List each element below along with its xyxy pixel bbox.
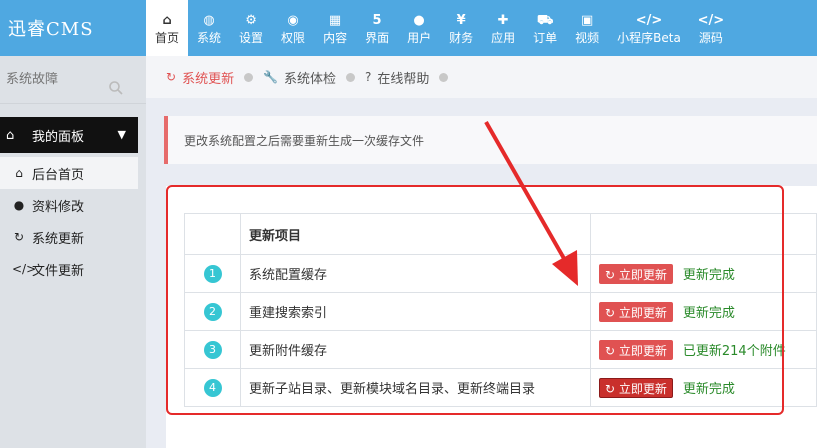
tab-online-help[interactable]: ? 在线帮助 bbox=[365, 68, 429, 87]
puzzle-icon: ✚ bbox=[497, 12, 509, 28]
nav-source[interactable]: </> 源码 bbox=[690, 0, 732, 56]
row-number-badge: 2 bbox=[203, 302, 222, 321]
notice-banner: 更改系统配置之后需要重新生成一次缓存文件 bbox=[164, 116, 817, 164]
code-icon: </> bbox=[12, 262, 37, 276]
nav-permissions[interactable]: ◉ 权限 bbox=[272, 0, 314, 56]
update-now-button[interactable]: ↻ 立即更新 bbox=[599, 339, 673, 360]
nav-finance[interactable]: ¥ 财务 bbox=[440, 0, 482, 56]
search-input[interactable] bbox=[6, 72, 106, 87]
nav-settings[interactable]: ⚙ 设置 bbox=[230, 0, 272, 56]
row-number-badge: 4 bbox=[203, 378, 222, 397]
user-icon: ● bbox=[413, 12, 425, 28]
row-item: 系统配置缓存 bbox=[240, 254, 591, 293]
tab-system-update[interactable]: ↻ 系统更新 bbox=[166, 68, 234, 87]
update-now-button[interactable]: ↻ 立即更新 bbox=[599, 377, 673, 398]
code-icon: </> bbox=[635, 12, 663, 28]
home-icon: ⌂ bbox=[162, 12, 172, 28]
sidebar-item-profile[interactable]: ● 资料修改 bbox=[0, 189, 138, 221]
top-nav: ⌂ 首页 ◍ 系统 ⚙ 设置 ◉ 权限 ▦ 内容 5 界面 ● 用户 ¥ 财务 ✚ 应用 ⛟ 订单 … bbox=[146, 0, 732, 56]
video-icon: ▣ bbox=[581, 12, 594, 28]
user-circle-icon: ◉ bbox=[287, 12, 299, 28]
sidebar: ⌂ 我的面板 ▼ ⌂后台首页 ●资料修改 ↻系统更新 </>文件更新 bbox=[0, 56, 146, 448]
top-bar: 迅睿CMS ⌂ 首页 ◍ 系统 ⚙ 设置 ◉ 权限 ▦ 内容 5 界面 ● 用户 ¥ 财务 ✚ 应… bbox=[0, 0, 817, 56]
row-number-badge: 1 bbox=[203, 264, 222, 283]
main-content: ↻ 系统更新 🔧 系统体检 ? 在线帮助 更改系统配置之后需要重新生成一次缓存文件 更… bbox=[146, 56, 817, 448]
row-status: 更新完成 bbox=[682, 306, 735, 321]
update-now-button[interactable]: ↻ 立即更新 bbox=[599, 263, 673, 284]
update-panel: 更新项目 1 系统配置缓存 ↻ 立即更新 更新完成 2 重建搜索索引 ↻ 立即更新… bbox=[166, 186, 817, 448]
row-item: 更新子站目录、更新模块域名目录、更新终端目录 bbox=[240, 368, 591, 407]
search-icon[interactable] bbox=[108, 80, 124, 96]
table-row: 3 更新附件缓存 ↻ 立即更新 已更新214个附件 bbox=[184, 330, 817, 369]
nav-users[interactable]: ● 用户 bbox=[398, 0, 440, 56]
nav-miniprogram[interactable]: </> 小程序Beta bbox=[608, 0, 690, 56]
table-row: 1 系统配置缓存 ↻ 立即更新 更新完成 bbox=[184, 254, 817, 293]
nav-home[interactable]: ⌂ 首页 bbox=[146, 0, 189, 56]
separator-dot bbox=[346, 72, 356, 82]
chevron-down-icon: ▼ bbox=[117, 128, 126, 141]
nav-system[interactable]: ◍ 系统 bbox=[188, 0, 230, 56]
wrench-icon: 🔧 bbox=[263, 70, 279, 84]
row-item: 更新附件缓存 bbox=[240, 330, 591, 369]
html5-icon: 5 bbox=[372, 12, 382, 28]
tab-system-check[interactable]: 🔧 系统体检 bbox=[263, 68, 336, 87]
home-icon: ⌂ bbox=[15, 166, 23, 180]
table-header-row: 更新项目 bbox=[184, 213, 817, 255]
refresh-icon: ↻ bbox=[13, 230, 25, 244]
nav-video[interactable]: ▣ 视频 bbox=[566, 0, 608, 56]
nav-apps[interactable]: ✚ 应用 bbox=[482, 0, 524, 56]
row-status: 已更新214个附件 bbox=[682, 344, 786, 359]
table-row: 2 重建搜索索引 ↻ 立即更新 更新完成 bbox=[184, 292, 817, 331]
cogs-icon: ⚙ bbox=[245, 12, 257, 28]
table-row: 4 更新子站目录、更新模块域名目录、更新终端目录 ↻ 立即更新 更新完成 bbox=[184, 368, 817, 407]
sidebar-search bbox=[0, 56, 146, 104]
row-status: 更新完成 bbox=[682, 268, 735, 283]
header-action bbox=[590, 213, 817, 255]
header-num bbox=[184, 213, 241, 255]
home-icon: ⌂ bbox=[6, 127, 15, 143]
code-icon: </> bbox=[697, 12, 725, 28]
separator-dot bbox=[244, 72, 254, 82]
user-icon: ● bbox=[13, 198, 25, 212]
nav-orders[interactable]: ⛟ 订单 bbox=[524, 0, 566, 56]
sidebar-item-file-update[interactable]: </> 文件更新 bbox=[0, 253, 138, 285]
cart-icon: ⛟ bbox=[536, 12, 554, 28]
row-status: 更新完成 bbox=[682, 382, 735, 397]
app-logo[interactable]: 迅睿CMS bbox=[0, 0, 146, 56]
globe-icon: ◍ bbox=[203, 12, 215, 28]
yen-icon: ¥ bbox=[456, 12, 466, 28]
grid-icon: ▦ bbox=[328, 12, 342, 28]
page-tabs: ↻ 系统更新 🔧 系统体检 ? 在线帮助 bbox=[146, 56, 817, 98]
update-now-button[interactable]: ↻ 立即更新 bbox=[599, 301, 673, 322]
nav-content[interactable]: ▦ 内容 bbox=[314, 0, 356, 56]
nav-interface[interactable]: 5 界面 bbox=[356, 0, 398, 56]
sidebar-item-dashboard[interactable]: ⌂ 后台首页 bbox=[0, 157, 138, 189]
update-table: 更新项目 1 系统配置缓存 ↻ 立即更新 更新完成 2 重建搜索索引 ↻ 立即更新… bbox=[184, 213, 817, 407]
row-number-badge: 3 bbox=[203, 340, 222, 359]
row-item: 重建搜索索引 bbox=[240, 292, 591, 331]
sidebar-item-system-update[interactable]: ↻ 系统更新 bbox=[0, 221, 138, 253]
refresh-icon: ↻ bbox=[166, 70, 177, 84]
question-icon: ? bbox=[365, 70, 372, 84]
header-item: 更新项目 bbox=[240, 213, 591, 255]
separator-dot bbox=[439, 72, 449, 82]
sidebar-section-my-panel[interactable]: ⌂ 我的面板 ▼ bbox=[0, 117, 138, 153]
